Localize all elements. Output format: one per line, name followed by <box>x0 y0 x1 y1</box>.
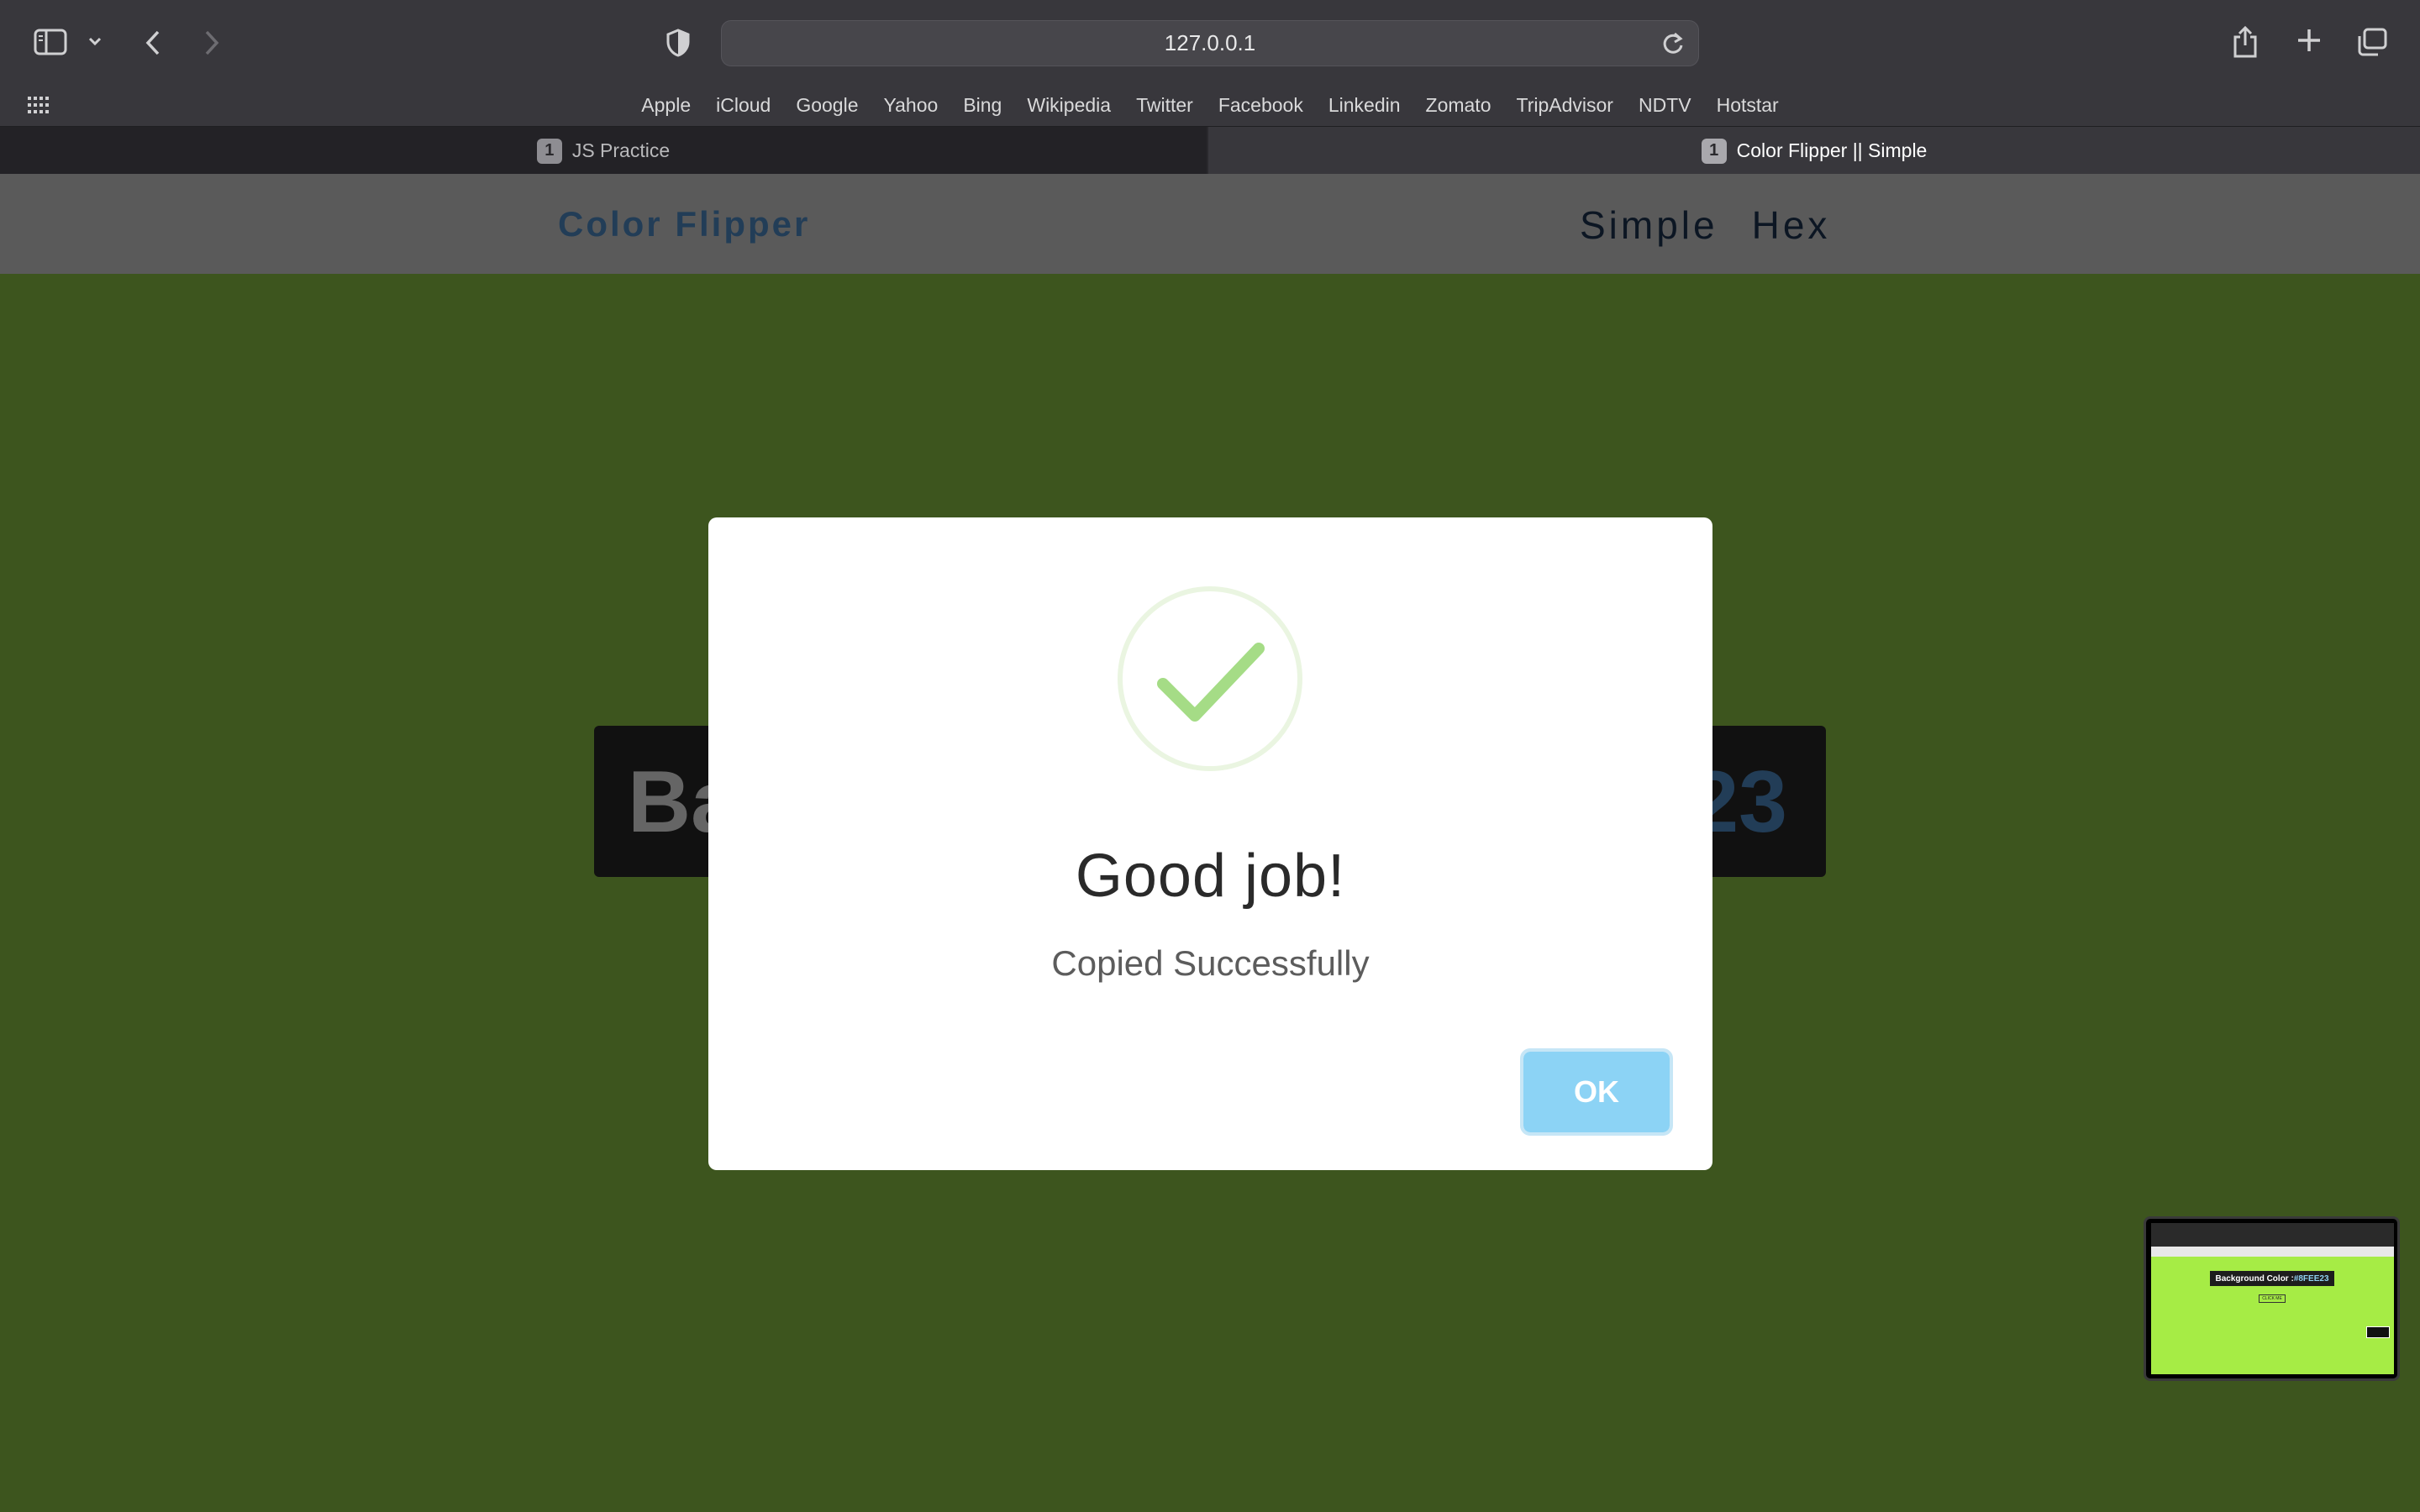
favorite-ndtv[interactable]: NDTV <box>1626 94 1704 117</box>
favorite-twitter[interactable]: Twitter <box>1123 94 1206 117</box>
favorite-wikipedia[interactable]: Wikipedia <box>1014 94 1123 117</box>
tab-overview-icon[interactable] <box>2356 27 2388 57</box>
thumbnail-mini-preview <box>2366 1326 2390 1338</box>
sidebar-toggle-icon[interactable] <box>34 29 67 55</box>
privacy-shield-icon[interactable] <box>666 29 691 57</box>
favorite-facebook[interactable]: Facebook <box>1206 94 1316 117</box>
favorite-icloud[interactable]: iCloud <box>703 94 783 117</box>
favorite-hotstar[interactable]: Hotstar <box>1704 94 1791 117</box>
favorites-bar: Apple iCloud Google Yahoo Bing Wikipedia… <box>0 84 2420 126</box>
favorite-tripadvisor[interactable]: TripAdvisor <box>1504 94 1626 117</box>
thumbnail-chrome <box>2151 1223 2394 1247</box>
screenshot-thumbnail[interactable]: Background Color : #8FEE23 CLICK ME <box>2144 1216 2400 1381</box>
favorite-yahoo[interactable]: Yahoo <box>871 94 951 117</box>
dialog-title: Good job! <box>1075 843 1346 910</box>
tab-color-flipper[interactable]: 1 Color Flipper || Simple <box>1208 127 2420 175</box>
reload-icon[interactable] <box>1661 31 1685 60</box>
chevron-down-icon[interactable] <box>87 35 103 47</box>
tab-title: JS Practice <box>571 139 671 161</box>
thumbnail-banner-hex: #8FEE23 <box>2293 1273 2329 1284</box>
thumbnail-header <box>2151 1247 2394 1257</box>
ok-button[interactable]: OK <box>1520 1048 1673 1136</box>
favorite-bing[interactable]: Bing <box>950 94 1014 117</box>
thumbnail-banner: Background Color : #8FEE23 <box>2210 1271 2334 1286</box>
favorite-zomato[interactable]: Zomato <box>1413 94 1504 117</box>
share-icon[interactable] <box>2232 25 2259 59</box>
address-bar[interactable]: 127.0.0.1 <box>721 20 1699 66</box>
success-dialog: Good job! Copied Successfully OK <box>708 517 1712 1170</box>
success-check-icon <box>1118 586 1302 771</box>
favorite-linkedin[interactable]: Linkedin <box>1316 94 1413 117</box>
tab-bar: 1 JS Practice 1 Color Flipper || Simple <box>0 126 2420 175</box>
tab-badge: 1 <box>1701 138 1727 164</box>
dialog-message: Copied Successfully <box>1051 943 1370 983</box>
favorite-google[interactable]: Google <box>783 94 871 117</box>
tab-js-practice[interactable]: 1 JS Practice <box>0 127 1207 175</box>
new-tab-icon[interactable] <box>2296 27 2323 54</box>
browser-toolbar: 127.0.0.1 <box>0 0 2420 84</box>
thumbnail-banner-label: Background Color : <box>2215 1273 2294 1284</box>
url-text: 127.0.0.1 <box>1164 30 1256 55</box>
tab-title: Color Flipper || Simple <box>1736 139 1928 161</box>
favorite-apple[interactable]: Apple <box>629 94 703 117</box>
thumbnail-button: CLICK ME <box>2259 1294 2286 1303</box>
back-icon[interactable] <box>143 29 163 57</box>
tab-badge: 1 <box>536 138 562 164</box>
forward-icon[interactable] <box>202 29 222 57</box>
